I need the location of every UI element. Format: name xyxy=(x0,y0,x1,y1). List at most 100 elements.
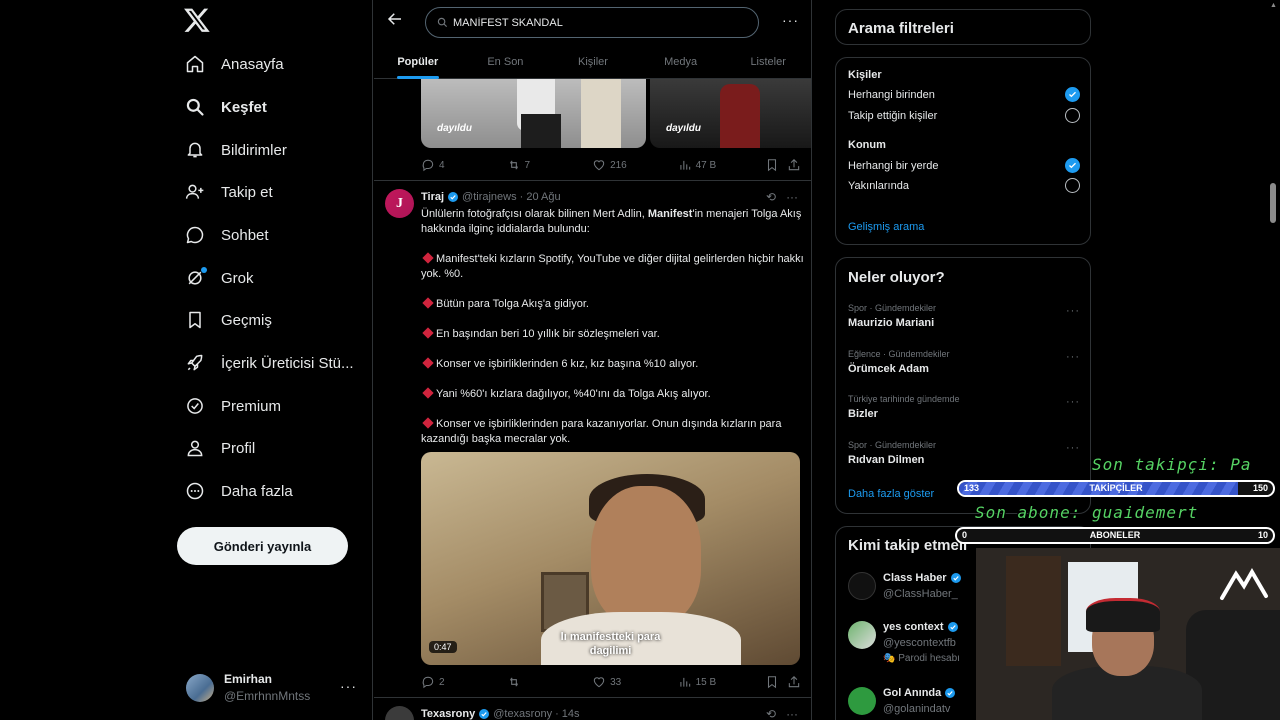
watermark: dayıldu xyxy=(666,123,702,134)
like-button[interactable]: 216 xyxy=(592,158,678,172)
bookmark-button[interactable] xyxy=(765,158,787,172)
search-box[interactable] xyxy=(425,7,759,38)
grok-explain-icon[interactable]: ⟲ xyxy=(766,707,776,720)
grok-explain-icon[interactable]: ⟲ xyxy=(766,190,776,204)
views-icon xyxy=(679,160,690,170)
nav-follow[interactable]: Takip et xyxy=(183,175,273,209)
media-image[interactable]: dayıldu xyxy=(421,79,646,148)
reply-button[interactable]: 2 xyxy=(421,675,507,689)
trend-item[interactable]: Spor · Gündemdekiler Maurizio Mariani ··· xyxy=(848,303,1080,329)
scroll-up-icon[interactable]: ▲ xyxy=(1270,2,1277,9)
tweet-media[interactable]: dayıldu dayıldu xyxy=(421,79,811,148)
tweet-date[interactable]: · 20 Ağu xyxy=(520,191,561,203)
tweet[interactable]: Texasrony @texasrony · 14s ⟲ ··· xyxy=(374,698,811,720)
filter-option-anywhere[interactable]: Herhangi bir yerde xyxy=(848,158,1080,173)
views-button[interactable]: 15 B xyxy=(678,675,766,689)
nav-grok[interactable]: Grok xyxy=(183,261,254,295)
bookmark-button[interactable] xyxy=(765,675,787,689)
nav-more[interactable]: Daha fazla xyxy=(183,474,293,508)
scrollbar[interactable] xyxy=(1270,183,1276,223)
post-button[interactable]: Gönderi yayınla xyxy=(177,527,348,565)
nav-bookmarks[interactable]: Geçmiş xyxy=(183,303,272,337)
account-switcher[interactable]: Emirhan @EmrhnnMntss ··· xyxy=(186,672,361,704)
nav-label: Geçmiş xyxy=(221,311,272,329)
trend-item[interactable]: Türkiye tarihinde gündemde Bizler ··· xyxy=(848,394,1080,420)
like-button[interactable]: 33 xyxy=(592,675,678,689)
x-logo-icon[interactable] xyxy=(183,6,211,34)
filter-option-nearby[interactable]: Yakınlarında xyxy=(848,178,1080,193)
radio-checked-icon[interactable] xyxy=(1065,158,1080,173)
more-icon[interactable]: ··· xyxy=(782,12,799,28)
filter-option-following[interactable]: Takip ettiğin kişiler xyxy=(848,108,1080,123)
trend-item[interactable]: Eğlence · Gündemdekiler Örümcek Adam ··· xyxy=(848,349,1080,375)
avatar xyxy=(186,674,214,702)
radio-unchecked-icon[interactable] xyxy=(1065,108,1080,123)
more-icon[interactable]: ··· xyxy=(786,707,798,720)
tweet-actions: 4 7 216 47 B xyxy=(421,157,801,173)
avatar[interactable] xyxy=(385,706,414,720)
search-header: ··· Popüler En Son Kişiler Medya Listele… xyxy=(374,0,811,79)
nav-home[interactable]: Anasayfa xyxy=(183,47,284,81)
media-image[interactable]: dayıldu xyxy=(650,79,811,148)
back-arrow-icon[interactable] xyxy=(386,10,404,28)
nav-label: Bildirimler xyxy=(221,141,287,159)
watermark: dayıldu xyxy=(437,123,473,134)
search-input[interactable] xyxy=(453,16,733,29)
video-duration: 0:47 xyxy=(429,641,457,653)
share-icon xyxy=(788,676,800,688)
filter-option-anyone[interactable]: Herhangi birinden xyxy=(848,87,1080,102)
avatar[interactable] xyxy=(848,687,876,715)
who-to-follow-title: Kimi takip etmeli xyxy=(848,537,968,554)
author-handle[interactable]: @tirajnews xyxy=(462,191,517,203)
nav-profile[interactable]: Profil xyxy=(183,431,255,465)
avatar[interactable] xyxy=(848,572,876,600)
repost-button[interactable] xyxy=(507,675,593,689)
trend-item[interactable]: Spor · Gündemdekiler Rıdvan Dilmen ··· xyxy=(848,440,1080,466)
tweet-header: Texasrony @texasrony · 14s xyxy=(421,708,580,720)
video-player[interactable]: lı manifestteki para dagilimi 0:47 xyxy=(421,452,800,665)
subscribers-goal-bar: 0 ABONELER 10 xyxy=(955,527,1275,544)
share-button[interactable] xyxy=(787,675,801,689)
share-button[interactable] xyxy=(787,158,801,172)
tweet-date[interactable]: · 14s xyxy=(555,708,579,720)
more-circle-icon xyxy=(183,479,207,503)
more-icon[interactable]: ··· xyxy=(1066,396,1080,408)
diamond-icon xyxy=(422,252,434,264)
nav-creator-studio[interactable]: İçerik Üreticisi Stü... xyxy=(183,346,354,380)
author-name[interactable]: Texasrony xyxy=(421,708,475,720)
more-icon[interactable]: ··· xyxy=(1066,442,1080,454)
search-tabs: Popüler En Son Kişiler Medya Listeler xyxy=(374,44,811,79)
nav-label: Premium xyxy=(221,397,282,415)
nav-premium[interactable]: Premium xyxy=(183,389,281,423)
avatar[interactable]: J xyxy=(385,189,414,218)
more-icon[interactable]: ··· xyxy=(786,190,798,204)
tab-media[interactable]: Medya xyxy=(637,44,725,79)
diamond-icon xyxy=(422,297,434,309)
repost-button[interactable]: 7 xyxy=(507,158,593,172)
more-icon[interactable]: ··· xyxy=(1066,351,1080,363)
nav-notifications[interactable]: Bildirimler xyxy=(183,133,287,167)
nav-explore[interactable]: Keşfet xyxy=(183,90,267,124)
location-filter-label: Konum xyxy=(848,139,886,151)
show-more-link[interactable]: Daha fazla göster xyxy=(848,488,934,500)
diamond-icon xyxy=(422,417,434,429)
avatar[interactable] xyxy=(848,621,876,649)
tab-latest[interactable]: En Son xyxy=(462,44,550,79)
tab-lists[interactable]: Listeler xyxy=(724,44,811,79)
person-icon xyxy=(183,436,207,460)
author-handle[interactable]: @texasrony xyxy=(493,708,552,720)
nav-label: Keşfet xyxy=(221,98,267,116)
tab-people[interactable]: Kişiler xyxy=(549,44,637,79)
nav-label: Grok xyxy=(221,269,254,287)
author-name[interactable]: Tiraj xyxy=(421,191,444,203)
radio-unchecked-icon[interactable] xyxy=(1065,178,1080,193)
tab-popular[interactable]: Popüler xyxy=(374,44,462,79)
search-icon xyxy=(183,95,207,119)
radio-checked-icon[interactable] xyxy=(1065,87,1080,102)
advanced-search-link[interactable]: Gelişmiş arama xyxy=(848,221,924,233)
reply-button[interactable]: 4 xyxy=(421,158,507,172)
nav-chat[interactable]: Sohbet xyxy=(183,218,269,252)
views-button[interactable]: 47 B xyxy=(678,158,766,172)
more-icon[interactable]: ··· xyxy=(340,678,357,694)
more-icon[interactable]: ··· xyxy=(1066,305,1080,317)
